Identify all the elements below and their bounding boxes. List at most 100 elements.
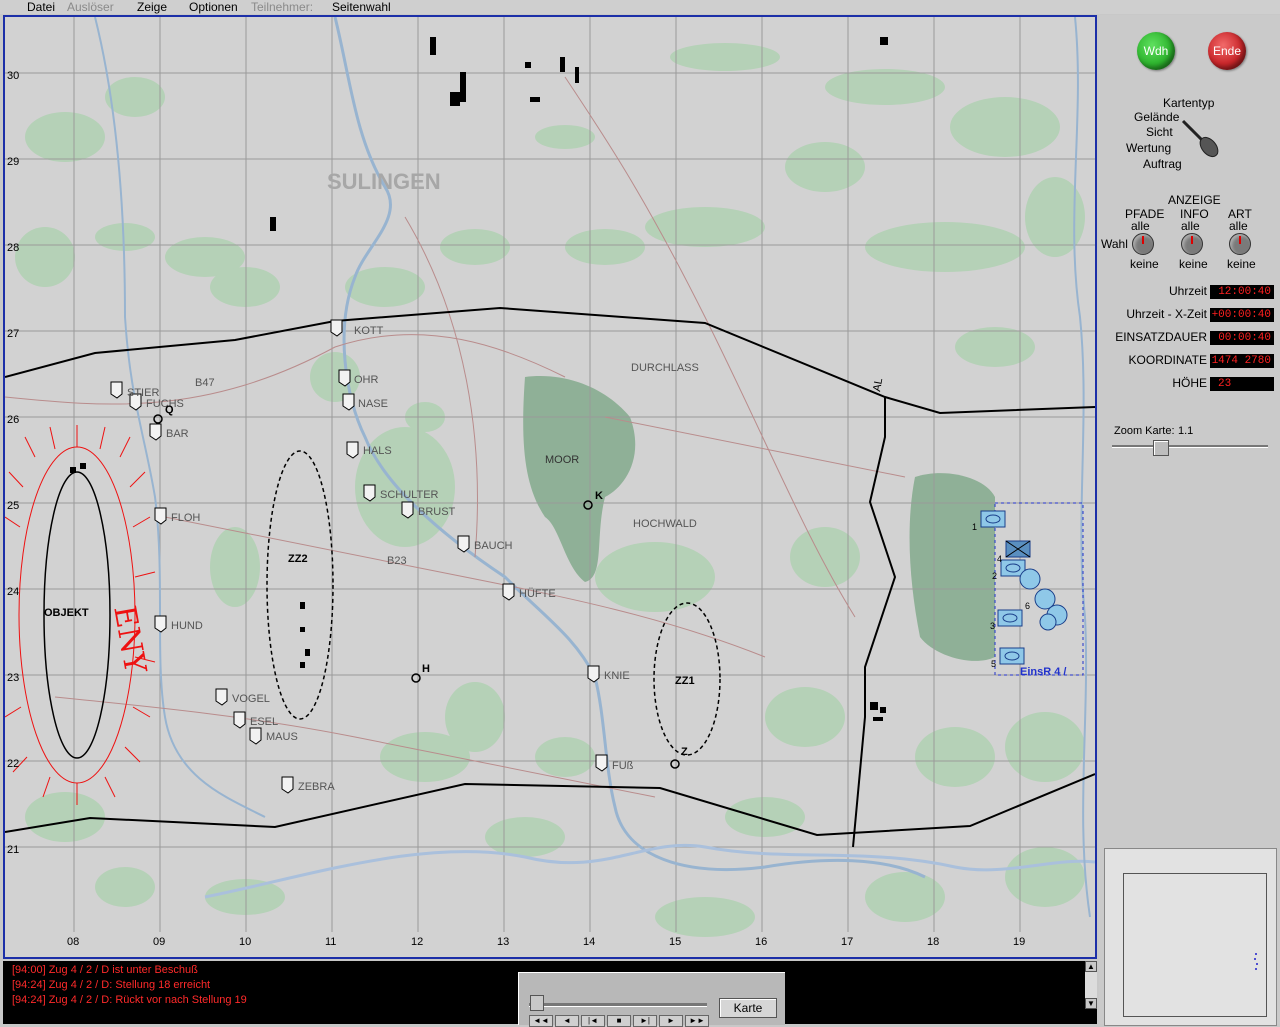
scroll-down-icon[interactable]: ▼ — [1085, 998, 1097, 1009]
pos-label-bauch: BAUCH — [474, 540, 513, 552]
kartentyp-option-gelaende[interactable]: Gelände — [1134, 111, 1179, 124]
replay-panel: Karte ◄◄ ◄ |◄ ■ ►| ► ►► — [518, 972, 785, 1027]
wahl-label: Wahl — [1101, 237, 1128, 251]
svg-text:6: 6 — [1025, 601, 1030, 611]
field-value-einsatzdauer: 00:00:40 — [1210, 331, 1274, 345]
log-line: [94:24] Zug 4 / 2 / D: Rückt vor nach St… — [12, 994, 247, 1006]
kartentyp-option-auftrag[interactable]: Auftrag — [1143, 158, 1182, 171]
svg-text:26: 26 — [7, 414, 19, 426]
unit-label: EinsR 4 / — [1020, 666, 1066, 678]
zone-zz2 — [266, 450, 334, 720]
boundary-label-al: AL — [871, 377, 885, 392]
svg-text:3: 3 — [990, 621, 995, 631]
minimap-frame — [1123, 873, 1267, 1017]
pos-label-esel: ESEL — [250, 716, 278, 728]
point-label-h: H — [422, 663, 430, 675]
pos-label-fuss: FUß — [612, 760, 634, 772]
menu-ausloeser: Auslöser — [67, 0, 114, 14]
svg-text:28: 28 — [7, 242, 19, 254]
boundary-al — [852, 397, 897, 848]
point-label-q: Q — [165, 404, 174, 416]
side-panel: Wdh Ende Kartentyp Gelände Sicht Wertung… — [1099, 15, 1280, 1026]
kartentyp-title: Kartentyp — [1163, 96, 1215, 110]
point-label-k: K — [595, 490, 603, 502]
log-scrollbar[interactable]: ▲ ▼ — [1085, 961, 1097, 1009]
scroll-up-icon[interactable]: ▲ — [1085, 961, 1097, 972]
fast-forward-icon[interactable]: ►► — [685, 1015, 709, 1027]
kartentyp-option-sicht[interactable]: Sicht — [1146, 126, 1173, 139]
skip-back-icon[interactable]: |◄ — [581, 1015, 605, 1027]
area-label-hochwald: HOCHWALD — [633, 518, 697, 530]
pos-label-schulter: SCHULTER — [380, 489, 439, 501]
stop-icon[interactable]: ■ — [607, 1015, 631, 1027]
svg-text:16: 16 — [755, 936, 767, 948]
svg-text:5: 5 — [991, 659, 996, 669]
svg-text:22: 22 — [7, 758, 19, 770]
svg-text:24: 24 — [7, 586, 19, 598]
play-icon[interactable]: ► — [659, 1015, 683, 1027]
area-label-durchlass: DURCHLASS — [631, 362, 699, 374]
road-label-b23: B23 — [387, 555, 407, 567]
knob-info[interactable] — [1181, 233, 1203, 255]
pos-label-maus: MAUS — [266, 731, 298, 743]
repeat-button[interactable]: Wdh — [1137, 32, 1175, 70]
karte-button[interactable]: Karte — [719, 998, 777, 1018]
svg-text:21: 21 — [7, 844, 19, 856]
svg-text:29: 29 — [7, 156, 19, 168]
menu-optionen[interactable]: Optionen — [189, 0, 238, 14]
replay-slider-track[interactable] — [529, 1003, 707, 1007]
end-button[interactable]: Ende — [1208, 32, 1246, 70]
zone-label-zz1: ZZ1 — [675, 675, 695, 687]
menu-teilnehmer: Teilnehmer: — [251, 0, 314, 14]
kartentyp-option-wertung[interactable]: Wertung — [1126, 142, 1171, 155]
menu-bar: Datei Auslöser Zeige Optionen Teilnehmer… — [0, 0, 1280, 14]
tactical-map[interactable]: SULINGEN DURCHLASS MOOR HOCHWALD B47 B23… — [3, 15, 1097, 959]
rewind-icon[interactable]: ◄ — [555, 1015, 579, 1027]
svg-text:19: 19 — [1013, 936, 1025, 948]
pos-label-vogel: VOGEL — [232, 693, 270, 705]
svg-text:18: 18 — [927, 936, 939, 948]
pos-label-floh: FLOH — [171, 512, 200, 524]
field-label-hoehe: HÖHE — [1172, 376, 1207, 390]
field-value-xzeit: +00:00:40 — [1210, 308, 1274, 322]
svg-text:15: 15 — [669, 936, 681, 948]
field-label-koordinate: KOORDINATE — [1128, 353, 1207, 367]
knob-top-pfade: alle — [1131, 219, 1150, 233]
zoom-slider-thumb[interactable] — [1153, 440, 1169, 456]
zoom-slider-track[interactable] — [1112, 445, 1268, 448]
knob-art[interactable] — [1229, 233, 1251, 255]
svg-text:12: 12 — [411, 936, 423, 948]
knob-bottom-pfade: keine — [1130, 257, 1159, 271]
pos-label-nase: NASE — [358, 398, 388, 410]
field-value-hoehe: 23 — [1210, 377, 1274, 391]
pos-label-huefte: HÜFTE — [519, 588, 556, 600]
pos-label-kott: KOTT — [354, 325, 384, 337]
zoom-value: 1.1 — [1178, 425, 1194, 437]
svg-text:23: 23 — [7, 672, 19, 684]
menu-zeige[interactable]: Zeige — [137, 0, 167, 14]
svg-text:11: 11 — [325, 936, 336, 948]
menu-datei[interactable]: Datei — [27, 0, 55, 14]
svg-text:27: 27 — [7, 328, 19, 340]
replay-slider-thumb[interactable] — [530, 995, 544, 1011]
overview-minimap[interactable] — [1104, 848, 1277, 1026]
knob-bottom-art: keine — [1227, 257, 1256, 271]
svg-text:09: 09 — [153, 936, 165, 948]
svg-text:30: 30 — [7, 70, 19, 82]
map-canvas[interactable]: SULINGEN DURCHLASS MOOR HOCHWALD B47 B23… — [5, 17, 1095, 957]
field-label-einsatzdauer: EINSATZDAUER — [1115, 330, 1207, 344]
field-label-uhrzeit: Uhrzeit — [1168, 284, 1207, 298]
point-label-z: Z — [681, 746, 688, 758]
menu-seitenwahl[interactable]: Seitenwahl — [332, 0, 391, 14]
field-label-xzeit: Uhrzeit - X-Zeit — [1126, 307, 1207, 321]
knob-pfade[interactable] — [1132, 233, 1154, 255]
skip-forward-icon[interactable]: ►| — [633, 1015, 657, 1027]
svg-text:10: 10 — [239, 936, 251, 948]
field-value-uhrzeit: 12:00:40 — [1210, 285, 1274, 299]
svg-text:17: 17 — [841, 936, 853, 948]
pos-label-hund: HUND — [171, 620, 203, 632]
kartentyp-lever-icon[interactable] — [1177, 115, 1221, 161]
log-line: [94:00] Zug 4 / 2 / D ist unter Beschuß — [12, 964, 198, 976]
knob-top-info: alle — [1181, 219, 1200, 233]
rewind-fast-icon[interactable]: ◄◄ — [529, 1015, 553, 1027]
